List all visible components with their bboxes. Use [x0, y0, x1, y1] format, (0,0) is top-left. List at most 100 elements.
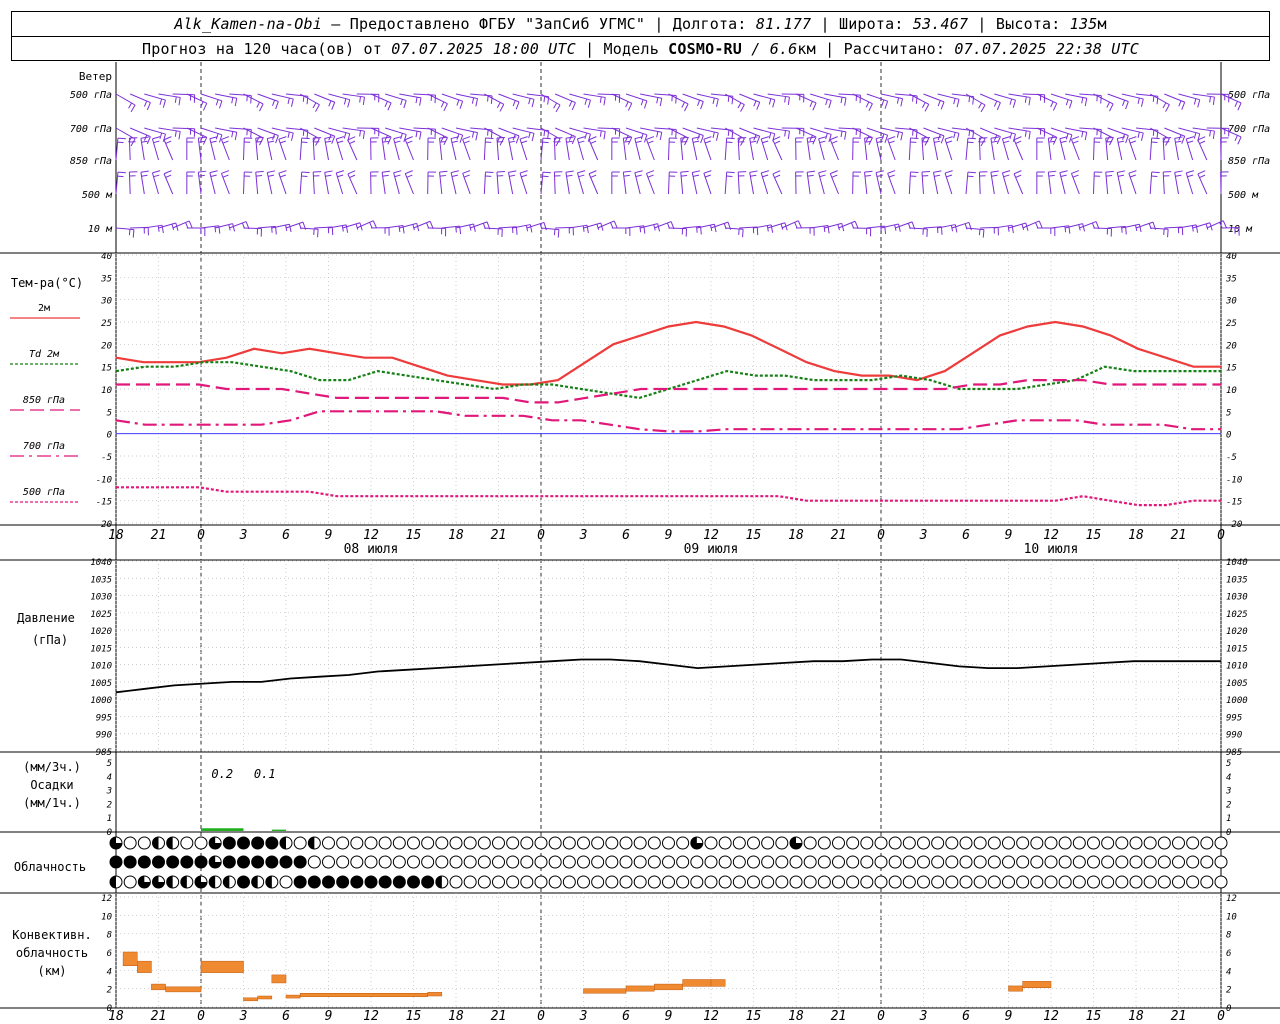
pressure-tick-right: 1025: [1226, 610, 1248, 620]
cloud-symbol: [1087, 875, 1100, 889]
wind-barb-feather: [807, 140, 814, 143]
wind-barb-feather: [715, 98, 719, 107]
cloud-symbol: [1129, 855, 1143, 869]
wind-barb-feather: [940, 101, 945, 110]
hour-tick-top: 21: [831, 528, 847, 543]
convective-bar: [165, 986, 202, 993]
cloud-symbol: [1101, 875, 1115, 889]
wind-barb-feather: [953, 98, 956, 105]
wind-barb: [1022, 93, 1045, 96]
hour-tick-bottom: 18: [1128, 1009, 1144, 1024]
wind-barb-feather: [1193, 98, 1197, 105]
wind-barb-feather: [210, 140, 217, 144]
wind-barb-feather: [146, 136, 151, 145]
cloud-half: [280, 837, 286, 849]
wind-barb-feather: [1162, 102, 1167, 109]
hour-tick-top: 18: [788, 528, 804, 543]
wind-barb: [483, 172, 486, 195]
wind-level-label-right: 850 гПа: [1228, 156, 1270, 167]
wind-barb-feather: [704, 174, 711, 178]
cloud-symbol: [633, 875, 647, 889]
cloud-symbol: [1044, 875, 1058, 889]
cloud-symbol: [1087, 836, 1100, 850]
wind-barb-feather: [967, 175, 974, 178]
precip-label: (мм/1ч.): [23, 796, 81, 810]
wind-barb-feather: [656, 131, 659, 138]
wind-barb: [243, 127, 264, 139]
wind-barb-feather: [218, 134, 223, 143]
pressure-tick-left: 1030: [90, 593, 112, 603]
wind-barb-feather: [140, 136, 149, 139]
wind-barb-feather: [704, 140, 711, 144]
cloud-symbol: [718, 855, 732, 869]
hour-tick-top: 0: [537, 528, 545, 543]
cloud-symbol: [662, 875, 675, 889]
pressure-tick-right: 985: [1226, 748, 1242, 758]
wind-barb: [299, 172, 303, 195]
wind-barb-feather: [222, 140, 229, 144]
wind-barb-feather: [1209, 130, 1211, 137]
hour-tick-top: 12: [1043, 528, 1059, 543]
cloud-symbol: [407, 855, 420, 869]
wind-barb: [172, 127, 195, 130]
hour-tick-top: 6: [282, 528, 290, 543]
hour-tick-top: 15: [1086, 528, 1102, 543]
wind-barb-feather: [278, 136, 287, 140]
cloud-symbol: [803, 855, 817, 869]
wind-barb-feather: [255, 170, 264, 173]
wind-barb-feather: [844, 131, 847, 140]
cloud-symbol: [647, 875, 661, 889]
wind-barb-feather: [978, 229, 981, 236]
temp-tick-right: -15: [1226, 498, 1242, 508]
cloud-symbol: [492, 875, 505, 889]
wind-barb: [243, 137, 245, 161]
cloud-symbol: [449, 836, 463, 850]
cloud-symbol: [888, 836, 902, 850]
wind-barb-feather: [1060, 140, 1067, 144]
hour-tick-top: 6: [622, 528, 630, 543]
wind-barb-feather: [362, 130, 365, 140]
cloud-symbol: [293, 875, 307, 889]
wind-barb-feather: [331, 102, 336, 110]
cloud-symbol: [492, 836, 505, 850]
cloud-symbol: [1101, 855, 1115, 869]
cloud-symbol: [945, 855, 959, 869]
wind-barb-feather: [749, 170, 758, 173]
wind-barb-feather: [117, 137, 126, 140]
wind-barb-feather: [610, 222, 614, 229]
wind-barb-feather: [1081, 97, 1084, 104]
wind-barb-feather: [884, 134, 889, 143]
wind-barb-feather: [659, 132, 663, 141]
cloud-symbol: [1143, 836, 1157, 850]
hour-tick-bottom: 18: [448, 1009, 464, 1024]
wind-barb-feather: [647, 140, 654, 144]
wind-barb-feather: [864, 136, 873, 139]
wind-barb-feather: [851, 222, 855, 229]
wind-barb-feather: [555, 138, 561, 147]
wind-barb-feather: [990, 170, 999, 173]
wind-barb-feather: [278, 170, 287, 174]
wind-barb-feather: [700, 135, 704, 144]
wind-barb-feather: [359, 96, 361, 103]
wind-barb-feather: [256, 141, 263, 143]
wind-barb-feather: [993, 100, 998, 107]
wind-barb-feather: [1212, 96, 1215, 106]
wind-barb-feather: [1137, 97, 1140, 105]
wind-barb-feather: [750, 140, 757, 143]
cloud-symbol: [293, 855, 307, 869]
cloud-symbol: [477, 836, 491, 850]
precip-tick-left: 0: [107, 828, 112, 838]
convective-bar: [299, 993, 428, 997]
cloud-symbol: [1186, 855, 1200, 869]
cloud-symbol: [237, 836, 250, 850]
wind-barb-feather: [627, 103, 633, 111]
cloud-symbol: [1030, 855, 1044, 869]
hour-tick-top: 15: [406, 528, 422, 543]
wind-barb-feather: [165, 140, 172, 144]
wind-barb-feather: [209, 170, 218, 174]
wind-barb-feather: [553, 102, 558, 109]
wind-barb-feather: [577, 136, 586, 140]
temp-tick-right: 30: [1225, 297, 1237, 307]
wind-barb-feather: [1140, 132, 1144, 141]
wind-barb-feather: [140, 170, 149, 173]
